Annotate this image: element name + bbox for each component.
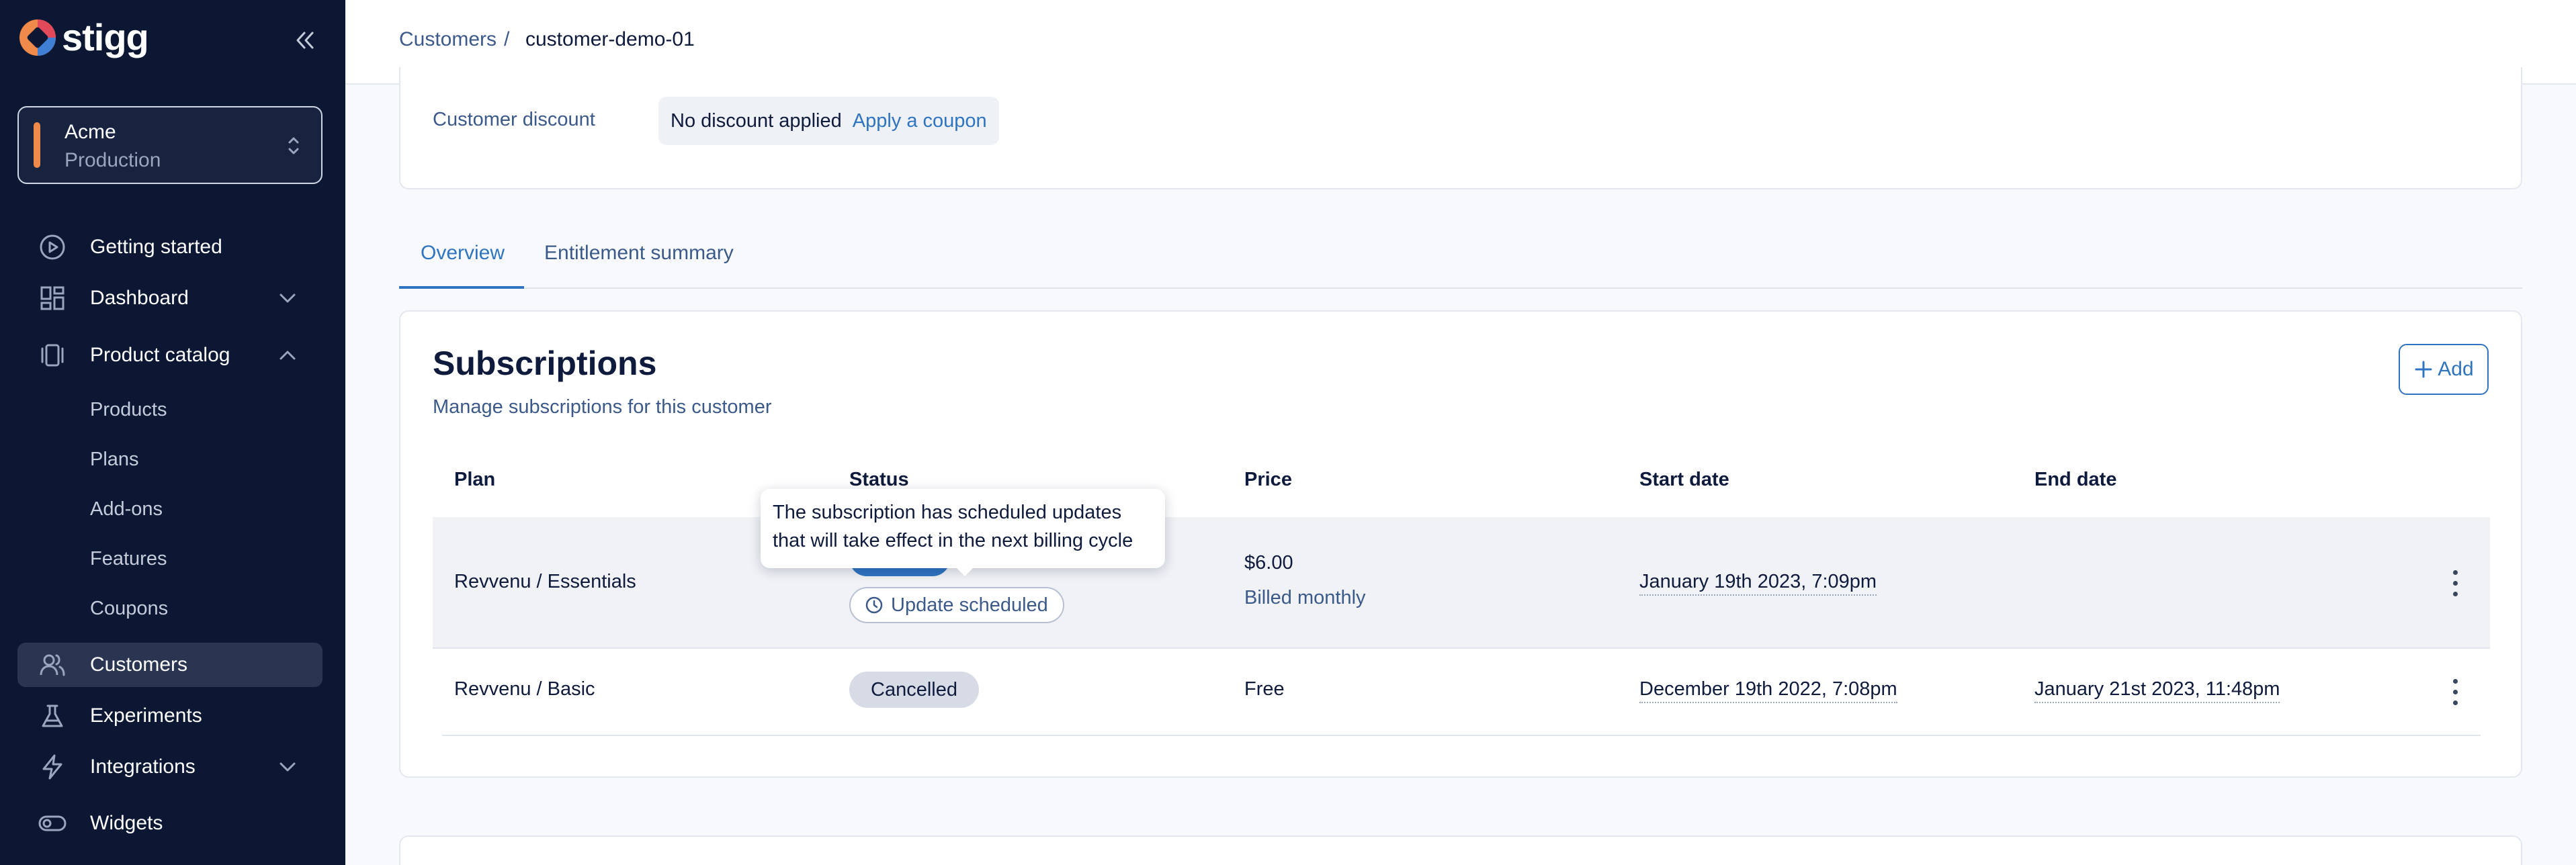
- customer-details-card: Customer discount No discount applied Ap…: [399, 67, 2522, 189]
- play-circle-icon: [38, 232, 67, 262]
- subscriptions-card: Subscriptions Manage subscriptions for t…: [399, 310, 2522, 778]
- environment-name: Acme: [65, 121, 116, 143]
- status-badge-label: Cancelled: [871, 678, 957, 700]
- tab-overview[interactable]: Overview: [421, 242, 505, 289]
- row-menu-icon[interactable]: [2447, 676, 2463, 708]
- plus-icon: [2415, 361, 2432, 378]
- brand-name: stigg: [62, 16, 149, 58]
- sidebar-subitem-features[interactable]: Features: [90, 548, 167, 570]
- users-icon: [38, 650, 67, 680]
- customer-tabs: Overview Entitlement summary: [399, 228, 2522, 289]
- column-header-start-date: Start date: [1639, 469, 1729, 490]
- sidebar-item-product-catalog[interactable]: Product catalog: [17, 333, 323, 377]
- double-chevron-left-icon: [296, 32, 314, 49]
- chevron-up-icon: [277, 345, 298, 369]
- active-tab-indicator: [399, 286, 524, 289]
- chevron-down-icon: [277, 756, 298, 781]
- table-row[interactable]: Revvenu / Basic Free December 19th 2022,…: [442, 649, 2481, 736]
- sidebar-item-integrations[interactable]: Integrations: [17, 745, 323, 789]
- column-header-end-date: End date: [2034, 469, 2117, 490]
- stigg-logo[interactable]: stigg: [17, 16, 149, 58]
- add-subscription-button[interactable]: Add: [2399, 344, 2489, 395]
- sidebar-item-label: Experiments: [90, 704, 202, 727]
- stigg-logo-icon: [17, 17, 58, 58]
- sidebar-subitem-coupons[interactable]: Coupons: [90, 598, 168, 620]
- environment-switcher[interactable]: Acme Production: [17, 106, 323, 184]
- sidebar-item-label: Product catalog: [90, 344, 230, 366]
- sidebar-item-label: Widgets: [90, 812, 163, 834]
- tooltip-line-2: that will take effect in the next billin…: [773, 530, 1133, 551]
- sidebar-item-dashboard[interactable]: Dashboard: [17, 276, 323, 320]
- sidebar-item-getting-started[interactable]: Getting started: [17, 225, 323, 269]
- price-value: Free: [1244, 678, 1285, 700]
- start-date: January 19th 2023, 7:09pm: [1639, 571, 1877, 596]
- start-date: December 19th 2022, 7:08pm: [1639, 678, 1897, 703]
- apply-coupon-link[interactable]: Apply a coupon: [853, 110, 987, 132]
- subscriptions-title: Subscriptions: [433, 345, 657, 382]
- environment-type: Production: [65, 149, 161, 171]
- update-scheduled-label: Update scheduled: [891, 594, 1048, 616]
- column-header-status: Status: [849, 469, 909, 490]
- sidebar-item-label: Dashboard: [90, 287, 189, 309]
- sidebar-item-customers[interactable]: Customers: [17, 643, 323, 687]
- sidebar-subitem-plans[interactable]: Plans: [90, 449, 139, 471]
- sidebar-item-label: Customers: [90, 653, 188, 676]
- discount-chip: No discount applied Apply a coupon: [658, 97, 999, 145]
- bolt-icon: [38, 752, 67, 782]
- sidebar-item-experiments[interactable]: Experiments: [17, 694, 323, 738]
- sidebar-item-widgets[interactable]: Widgets: [17, 801, 323, 846]
- end-date: January 21st 2023, 11:48pm: [2034, 678, 2280, 703]
- clock-icon: [865, 596, 883, 614]
- plan-name[interactable]: Revvenu / Essentials: [454, 571, 636, 593]
- breadcrumb-separator: /: [504, 28, 510, 50]
- chevron-down-icon: [277, 287, 298, 312]
- row-menu-icon[interactable]: [2447, 567, 2463, 599]
- catalog-icon: [38, 340, 67, 370]
- sidebar-subitem-products[interactable]: Products: [90, 399, 167, 421]
- breadcrumb-customers-link[interactable]: Customers: [399, 28, 497, 51]
- collapse-sidebar-button[interactable]: [290, 26, 320, 55]
- billing-period: Billed monthly: [1244, 587, 1366, 608]
- add-button-label: Add: [2438, 358, 2474, 380]
- sidebar: stigg Acme Production Getting started Da…: [0, 0, 345, 865]
- tab-entitlement-summary[interactable]: Entitlement summary: [544, 242, 734, 289]
- price-value: $6.00: [1244, 552, 1293, 574]
- sidebar-item-label: Getting started: [90, 236, 222, 258]
- table-row[interactable]: Revvenu / Essentials $6.00 Billed monthl…: [433, 517, 2490, 649]
- breadcrumb-current: customer-demo-01: [525, 28, 695, 50]
- environment-color-bar: [34, 122, 40, 168]
- customer-discount-label: Customer discount: [433, 109, 595, 130]
- next-section-card: [399, 835, 2522, 865]
- toggle-icon: [38, 809, 67, 838]
- discount-value: No discount applied: [671, 109, 842, 132]
- tooltip-arrow: [955, 567, 974, 576]
- scheduled-update-tooltip: The subscription has scheduled updates t…: [761, 489, 1165, 568]
- plan-name[interactable]: Revvenu / Basic: [454, 678, 595, 700]
- subscriptions-subtitle: Manage subscriptions for this customer: [433, 396, 772, 418]
- sidebar-subitem-add-ons[interactable]: Add-ons: [90, 498, 163, 520]
- update-scheduled-badge[interactable]: Update scheduled: [849, 587, 1064, 623]
- status-badge-cancelled: Cancelled: [849, 672, 979, 708]
- column-header-plan: Plan: [454, 469, 496, 490]
- chevron-up-down-icon: [286, 133, 301, 162]
- dashboard-icon: [38, 283, 67, 313]
- flask-icon: [38, 701, 67, 731]
- column-header-price: Price: [1244, 469, 1292, 490]
- tooltip-line-1: The subscription has scheduled updates: [773, 502, 1122, 523]
- sidebar-item-label: Integrations: [90, 756, 196, 778]
